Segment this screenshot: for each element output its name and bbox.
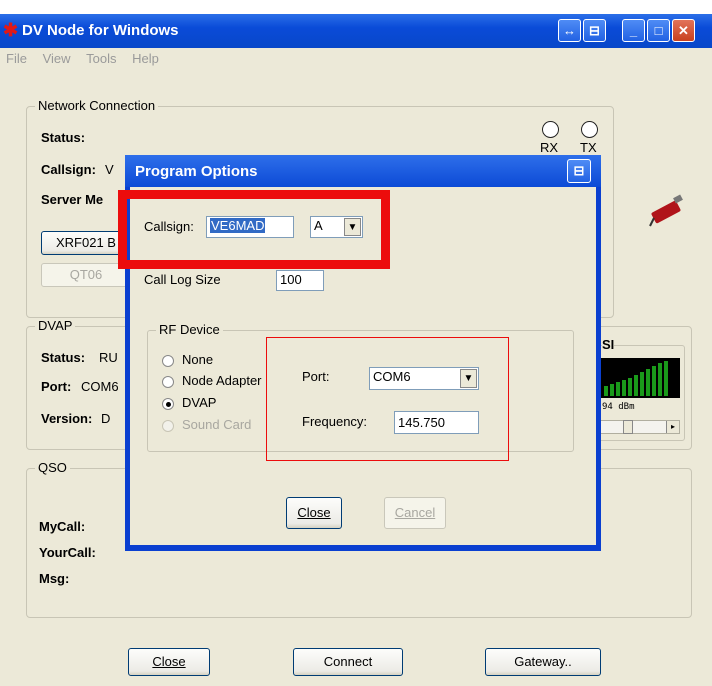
dvap-legend: DVAP — [35, 318, 76, 333]
dvap-status-label: Status: — [41, 350, 86, 365]
rf-legend: RF Device — [156, 322, 223, 337]
status-label: Status: — [41, 130, 86, 145]
rx-led-icon — [542, 121, 559, 138]
slider-thumb[interactable] — [623, 420, 633, 434]
menu-tools[interactable]: Tools — [80, 48, 122, 66]
mycall-label: MyCall: — [39, 519, 86, 534]
rf-sound-card-label: Sound Card — [182, 417, 252, 432]
port-frequency-highlight-box — [266, 337, 509, 461]
dvap-port-value: COM6 — [81, 379, 119, 394]
main-titlebar[interactable]: ✱ DV Node for Windows ↔ ⊟ _ □ ✕ — [0, 14, 712, 48]
menu-help[interactable]: Help — [126, 48, 165, 66]
signal-bars-icon — [604, 361, 668, 396]
dvap-port-label: Port: — [41, 379, 72, 394]
dialog-close-label: Close — [297, 505, 331, 520]
callsign-value: V — [105, 162, 114, 177]
tx-label: TX — [580, 140, 597, 155]
dialog-titlebar[interactable]: Program Options ⊟ — [125, 155, 601, 187]
dvap-version-value: D — [101, 411, 111, 426]
rssi-slider[interactable]: ▸ — [600, 420, 680, 434]
rf-node-adapter-radio[interactable] — [162, 376, 174, 388]
gateway-button[interactable]: Gateway.. — [485, 648, 601, 676]
dialog-cancel-label: Cancel — [394, 505, 436, 520]
menu-view[interactable]: View — [37, 48, 77, 66]
dvap-version-label: Version: — [41, 411, 93, 426]
restore-arrows-icon[interactable]: ↔ — [558, 19, 581, 42]
tray-icon[interactable]: ⊟ — [583, 19, 606, 42]
rf-dvap-label: DVAP — [182, 395, 217, 410]
rf-none-label: None — [182, 352, 214, 367]
close-label: Close — [152, 654, 186, 669]
dvap-status-value: RU — [99, 350, 118, 365]
dvap-dongle-icon — [649, 194, 683, 227]
connect-button[interactable]: Connect — [293, 648, 403, 676]
signal-meter — [600, 358, 680, 398]
dialog-title: Program Options — [135, 163, 258, 180]
dialog-tray-icon[interactable]: ⊟ — [567, 159, 591, 183]
callsign-highlight-box — [118, 190, 390, 269]
qso-legend: QSO — [35, 460, 70, 475]
rf-dvap-radio[interactable] — [162, 398, 174, 410]
rssi-legend: SI — [602, 337, 615, 352]
server-label: Server Me — [41, 192, 104, 207]
rf-node-adapter-label: Node Adapter — [182, 373, 262, 388]
minimize-button[interactable]: _ — [622, 19, 645, 42]
menu-file[interactable]: File — [0, 48, 33, 66]
calllog-field[interactable]: 100 — [276, 270, 324, 291]
dialog-close-button[interactable]: Close — [286, 497, 342, 529]
slider-right-arrow-icon[interactable]: ▸ — [666, 421, 679, 433]
tx-led-icon — [581, 121, 598, 138]
dialog-cancel-button[interactable]: Cancel — [384, 497, 446, 529]
rf-sound-card-radio[interactable] — [162, 420, 174, 432]
window-title: DV Node for Windows — [22, 22, 179, 39]
rssi-readout: 94 dBm — [602, 402, 635, 412]
maximize-button[interactable]: □ — [647, 19, 670, 42]
background-text-fragment — [0, 0, 712, 14]
menu-bar: File View Tools Help — [0, 48, 712, 70]
calllog-label: Call Log Size — [144, 272, 221, 287]
callsign-label: Callsign: — [41, 162, 96, 177]
yourcall-label: YourCall: — [39, 545, 96, 560]
app-icon: ✱ — [3, 20, 19, 40]
main-close-button[interactable]: Close — [128, 648, 210, 676]
close-window-button[interactable]: ✕ — [672, 19, 695, 42]
network-legend: Network Connection — [35, 98, 159, 113]
rssi-group: SI 94 dBm ▸ — [593, 337, 685, 441]
rx-label: RX — [540, 140, 559, 155]
rf-none-radio[interactable] — [162, 355, 174, 367]
msg-label: Msg: — [39, 571, 70, 586]
